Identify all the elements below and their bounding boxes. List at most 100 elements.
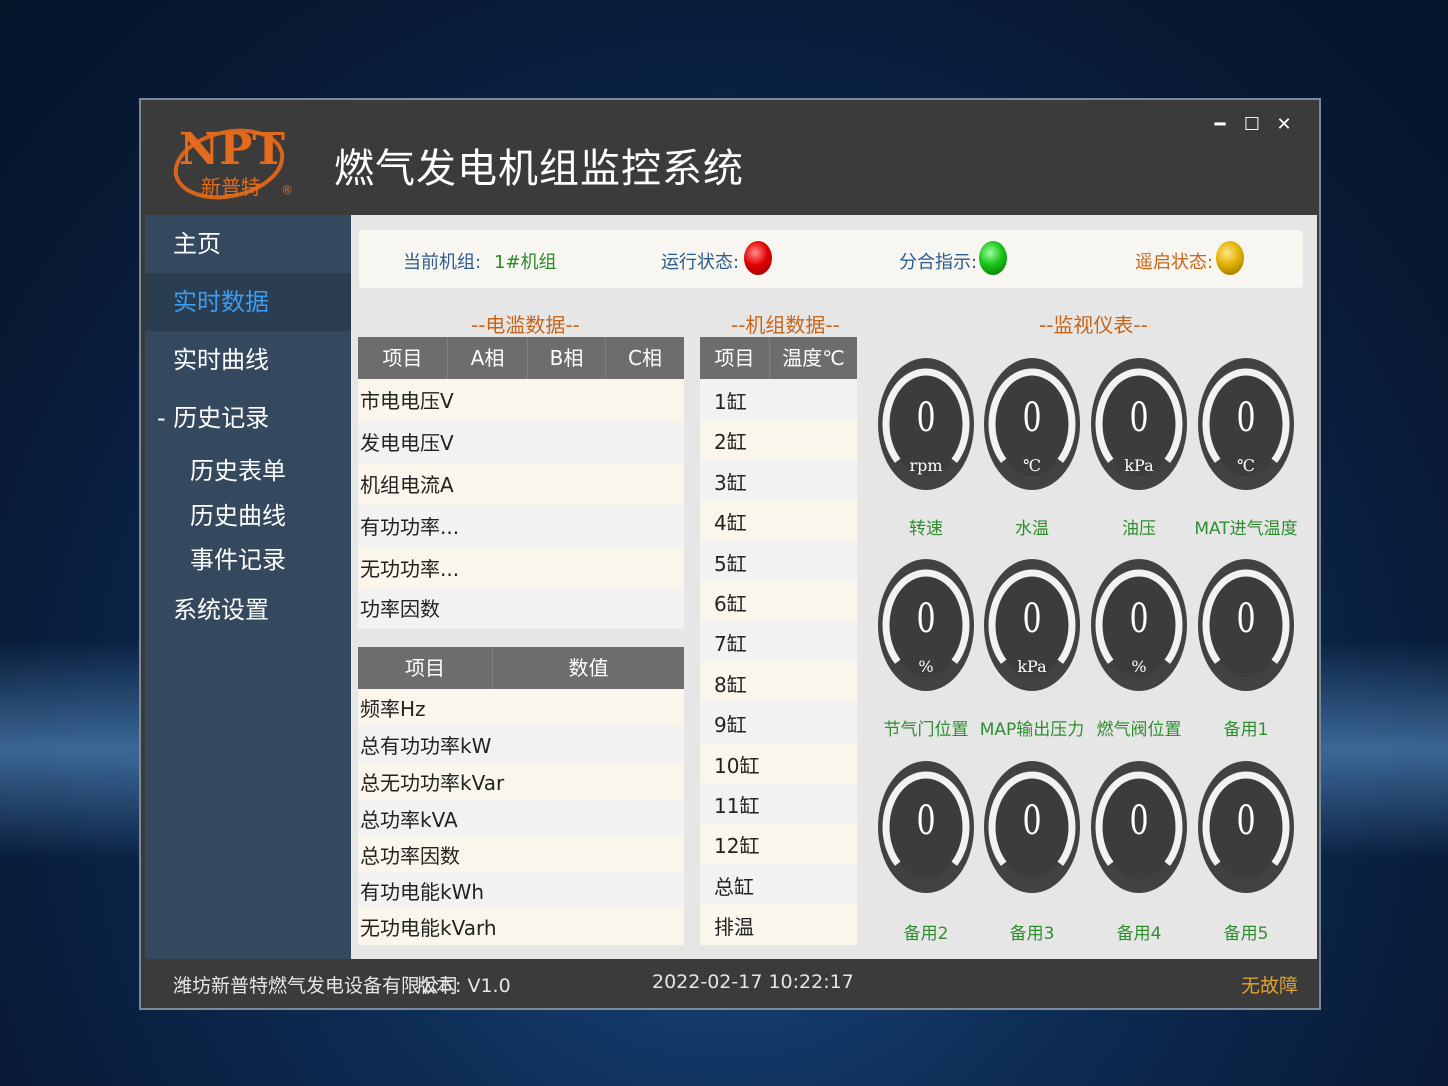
table-row: 11缸	[700, 783, 857, 824]
table-row: 频率Hz	[358, 689, 684, 726]
col-item: 项目	[358, 647, 493, 689]
table-header: 项目 温度℃	[700, 337, 857, 379]
title-bar: NPT 新普特 ® 燃气发电机组监控系统 ━ ☐ ✕	[141, 100, 1319, 215]
sidebar-item-home[interactable]: 主页	[145, 215, 351, 273]
row-label: 机组电流A	[360, 473, 454, 497]
table-row: 7缸	[700, 621, 857, 662]
gauge-unit: rpm	[909, 456, 943, 475]
logo-text: NPT	[179, 124, 285, 175]
gauge-unit: %	[1131, 657, 1147, 676]
row-label: 6缸	[714, 592, 747, 616]
table-header: 项目 A相 B相 C相	[358, 337, 684, 379]
col-item: 项目	[700, 337, 770, 379]
sidebar-item-settings[interactable]: 系统设置	[145, 581, 351, 639]
col-phase-c: C相	[628, 346, 662, 370]
table-row: 机组电流A	[358, 463, 684, 505]
switch-status-indicator	[979, 241, 1007, 275]
col-value: 数值	[568, 656, 609, 680]
row-label: 有功电能kWh	[360, 880, 485, 904]
app-window: NPT 新普特 ® 燃气发电机组监控系统 ━ ☐ ✕ 主页 实时数据 实时曲线 …	[139, 98, 1321, 1010]
table-header: 项目 数值	[358, 647, 684, 689]
gauge-unit: kPa	[1017, 657, 1047, 676]
row-label: 总有功功率kW	[360, 734, 492, 758]
gauge: 0	[1198, 761, 1294, 897]
gauge: 0 kPa	[984, 559, 1080, 695]
current-unit-label: 当前机组:	[403, 252, 482, 273]
row-label: 总功率因数	[360, 844, 460, 868]
gauge-value: 0	[916, 395, 936, 441]
gauge-value: 0	[1129, 798, 1149, 844]
unit-data-title: --机组数据--	[731, 313, 840, 337]
row-label: 总功率kVA	[360, 808, 458, 832]
footer-bar: 潍坊新普特燃气发电设备有限公司 版本: V1.0 2022-02-17 10:2…	[141, 959, 1319, 1008]
sidebar-item-event-log[interactable]: 事件记录	[145, 538, 351, 582]
row-label: 功率因数	[360, 597, 440, 621]
switch-status-label: 分合指示:	[899, 252, 978, 273]
row-label: 9缸	[714, 713, 747, 738]
gauge: 0	[1091, 761, 1187, 897]
row-label: 1缸	[714, 390, 747, 414]
col-item: 项目	[358, 337, 448, 379]
gauge-value: 0	[1236, 395, 1256, 441]
row-label: 2缸	[714, 430, 747, 455]
gauge-unit: kPa	[1124, 456, 1154, 475]
table-row: 总功率因数	[358, 836, 684, 872]
gauge-value: 0	[1236, 798, 1256, 844]
row-label: 发电电压V	[360, 431, 454, 455]
table-row: 12缸	[700, 823, 857, 864]
table-row: 排温	[700, 904, 857, 945]
gauge: 0 rpm	[878, 358, 974, 494]
row-label: 有功功率...	[360, 515, 460, 539]
gauge-value: 0	[1129, 596, 1149, 642]
gauge-value: 0	[916, 798, 936, 844]
table-row: 功率因数	[358, 589, 684, 629]
table-row: 总功率kVA	[358, 800, 684, 836]
row-label: 11缸	[714, 794, 760, 818]
gauge-value: 0	[1236, 596, 1256, 642]
table-row: 9缸	[700, 702, 857, 743]
remote-start-label: 遥启状态:	[1135, 252, 1214, 273]
gauge: 0%	[1091, 559, 1187, 695]
table-row: 8缸	[700, 661, 857, 703]
col-phase-b: B相	[528, 337, 606, 379]
row-label: 8缸	[714, 672, 747, 697]
row-label: 无功电能kVarh	[360, 916, 497, 940]
table-row: 无功功率...	[358, 547, 684, 589]
table-row: 2缸	[700, 419, 857, 460]
row-label: 5缸	[714, 551, 747, 576]
row-label: 12缸	[714, 834, 760, 859]
table-row: 总无功功率kVar	[358, 763, 684, 800]
row-label: 7缸	[714, 632, 747, 657]
table-row: 1缸	[700, 379, 857, 420]
gauge: 0	[878, 761, 974, 897]
row-label: 总缸	[714, 874, 754, 899]
sidebar-nav: 主页 实时数据 实时曲线 - 历史记录 历史表单 历史曲线 事件记录 系统设置	[145, 215, 351, 959]
gauge-unit: %	[918, 657, 934, 676]
table-row: 6缸	[700, 581, 857, 622]
col-temperature: 温度℃	[782, 346, 845, 370]
table-row: 有功电能kWh	[358, 872, 684, 908]
logo-registered-mark: ®	[281, 183, 293, 197]
sidebar-item-history[interactable]: - 历史记录	[145, 389, 351, 447]
version-text: 版本: V1.0	[417, 975, 511, 997]
logo-subtext: 新普特	[201, 175, 261, 199]
table-row: 10缸	[700, 742, 857, 783]
datetime-text: 2022-02-17 10:22:17	[652, 971, 854, 993]
sidebar-item-history-curve[interactable]: 历史曲线	[145, 494, 351, 538]
gauge: 0%	[878, 559, 974, 695]
gauge-unit: ℃	[1023, 456, 1041, 475]
minimize-button[interactable]: ━	[1207, 112, 1233, 138]
gauge-value: 0	[916, 596, 936, 642]
row-label: 4缸	[714, 511, 747, 536]
total-data-table: 项目 数值 频率Hz 总有功功率kW 总无功功率kVar 总功率kVA 总功率因…	[358, 647, 684, 945]
current-unit-value: 1#机组	[494, 252, 557, 273]
sidebar-item-realtime-curve[interactable]: 实时曲线	[145, 331, 351, 389]
gauge-value: 0	[1129, 395, 1149, 441]
gauge-label: 备用1	[1223, 720, 1269, 740]
sidebar-item-history-form[interactable]: 历史表单	[145, 449, 351, 493]
status-bar: 当前机组: 1#机组 运行状态: 分合指示: 遥启状态:	[359, 230, 1303, 288]
close-button[interactable]: ✕	[1271, 112, 1297, 138]
maximize-button[interactable]: ☐	[1239, 112, 1265, 138]
monitor-meters-title: --监视仪表--	[1039, 313, 1148, 337]
sidebar-item-realtime-data[interactable]: 实时数据	[145, 273, 351, 331]
